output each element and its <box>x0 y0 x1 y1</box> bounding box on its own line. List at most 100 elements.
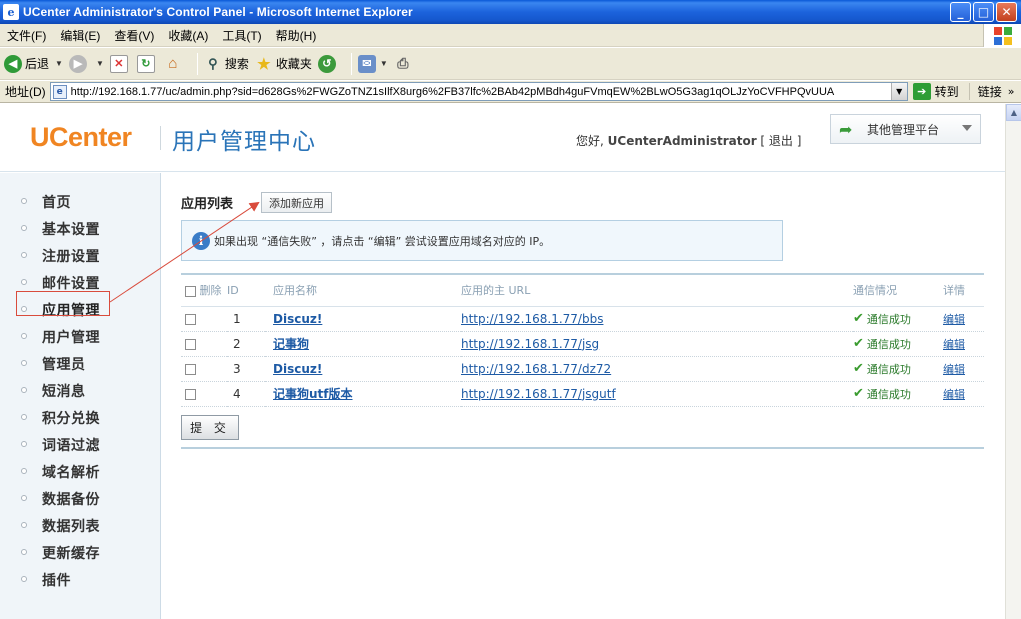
bullet-icon <box>21 225 27 231</box>
back-button[interactable]: ◀ 后退 ▼ <box>4 54 63 73</box>
sidebar-item-basic-settings[interactable]: 基本设置 <box>0 216 161 240</box>
platform-switcher[interactable]: ➦ 其他管理平台 <box>830 114 981 144</box>
forward-dropdown-icon[interactable]: ▼ <box>96 59 104 68</box>
sidebar-item-label: 积分兑换 <box>42 411 100 427</box>
edit-link[interactable]: 编辑 <box>943 388 965 401</box>
sidebar-item-home[interactable]: 首页 <box>0 189 161 213</box>
sidebar-item-plugins[interactable]: 插件 <box>0 567 161 591</box>
status-badge: ✔ 通信成功 <box>853 386 911 402</box>
scroll-up-icon[interactable]: ▲ <box>1006 104 1021 121</box>
row-checkbox-cell <box>181 331 227 357</box>
print-button[interactable]: ⎙ <box>394 55 415 73</box>
annotation-highlight-box <box>16 291 110 316</box>
header-url: 应用的主 URL <box>461 274 853 307</box>
sidebar-item-label: 数据备份 <box>42 492 100 508</box>
header-name: 应用名称 <box>265 274 461 307</box>
info-icon: i <box>192 231 210 250</box>
toolbar-separator <box>350 52 352 75</box>
bullet-icon <box>21 387 27 393</box>
row-checkbox[interactable] <box>185 313 196 325</box>
row-detail-cell: 编辑 <box>943 331 984 357</box>
maximize-button[interactable]: □ <box>973 2 994 22</box>
status-text: 通信成功 <box>866 312 911 326</box>
menu-file[interactable]: 文件(F) <box>0 27 53 44</box>
menu-edit[interactable]: 编辑(E) <box>53 27 107 44</box>
app-name-link[interactable]: 记事狗utf版本 <box>273 387 353 401</box>
row-name-cell: Discuz! <box>265 356 461 382</box>
web-page: UCenter 用户管理中心 您好, UCenterAdministrator … <box>0 104 1005 619</box>
row-name-cell: 记事狗 <box>265 331 461 357</box>
minimize-button[interactable]: _ <box>950 2 971 22</box>
chevron-right-icon[interactable]: » <box>1008 85 1015 98</box>
sidebar-item-label: 更新缓存 <box>42 546 100 562</box>
bullet-icon <box>21 468 27 474</box>
page-header: UCenter 用户管理中心 您好, UCenterAdministrator … <box>0 104 1005 172</box>
go-button[interactable]: ➔ 转到 <box>912 83 959 100</box>
app-url-link[interactable]: http://192.168.1.77/jsgutf <box>461 387 616 401</box>
content-bottom-divider <box>181 447 984 449</box>
row-checkbox[interactable] <box>185 363 196 375</box>
edit-link[interactable]: 编辑 <box>943 338 965 351</box>
edit-link[interactable]: 编辑 <box>943 313 965 326</box>
sidebar-item-data-list[interactable]: 数据列表 <box>0 513 161 537</box>
history-button[interactable]: ↺ <box>317 54 339 73</box>
brand-logo: UCenter <box>30 122 132 152</box>
stop-button[interactable]: ✕ <box>109 54 131 73</box>
menu-view[interactable]: 查看(V) <box>107 27 161 44</box>
print-icon: ⎙ <box>397 55 409 71</box>
sidebar-item-label: 基本设置 <box>42 222 100 238</box>
sidebar-item-admins[interactable]: 管理员 <box>0 351 161 375</box>
menu-favorites[interactable]: 收藏(A) <box>161 27 215 44</box>
app-name-link[interactable]: Discuz! <box>273 362 322 376</box>
sidebar-item-credit-exchange[interactable]: 积分兑换 <box>0 405 161 429</box>
add-app-button[interactable]: 添加新应用 <box>261 192 332 213</box>
favorites-button[interactable]: ★ 收藏夹 <box>255 55 312 73</box>
bullet-icon <box>21 279 27 285</box>
sidebar-item-update-cache[interactable]: 更新缓存 <box>0 540 161 564</box>
sidebar-item-register-settings[interactable]: 注册设置 <box>0 243 161 267</box>
app-url-link[interactable]: http://192.168.1.77/dz72 <box>461 362 611 376</box>
sidebar-item-domain-resolve[interactable]: 域名解析 <box>0 459 161 483</box>
sidebar-item-label: 邮件设置 <box>42 276 100 292</box>
row-status-cell: ✔ 通信成功 <box>853 306 943 332</box>
menu-tools[interactable]: 工具(T) <box>215 27 268 44</box>
close-button[interactable]: ✕ <box>996 2 1017 22</box>
back-dropdown-icon[interactable]: ▼ <box>55 59 63 68</box>
share-arrow-icon: ➦ <box>839 119 853 139</box>
window-controls: _ □ ✕ <box>950 2 1017 22</box>
links-button[interactable]: 链接 <box>968 83 1002 100</box>
user-greeting: 您好, UCenterAdministrator [ 退出 ] <box>576 132 801 149</box>
submit-button[interactable]: 提 交 <box>181 415 239 440</box>
sidebar-item-messages[interactable]: 短消息 <box>0 378 161 402</box>
app-url-link[interactable]: http://192.168.1.77/jsg <box>461 337 599 351</box>
select-all-checkbox[interactable] <box>185 285 196 297</box>
table-row: 2 记事狗 http://192.168.1.77/jsg ✔ 通信成功 编辑 <box>181 331 984 357</box>
bullet-icon <box>21 522 27 528</box>
address-url[interactable]: http://192.168.1.77/uc/admin.php?sid=d62… <box>71 86 891 98</box>
row-checkbox[interactable] <box>185 338 196 350</box>
sidebar-item-word-filter[interactable]: 词语过滤 <box>0 432 161 456</box>
app-name-link[interactable]: 记事狗 <box>273 337 309 351</box>
chevron-down-icon <box>962 125 972 131</box>
mail-button[interactable]: ✉ ▼ <box>357 54 388 73</box>
address-dropdown-icon[interactable]: ▼ <box>890 83 907 100</box>
refresh-button[interactable]: ↻ <box>136 54 158 73</box>
search-button[interactable]: ⚲ 搜索 <box>204 55 249 73</box>
address-input[interactable]: e http://192.168.1.77/uc/admin.php?sid=d… <box>49 82 908 101</box>
logout-link[interactable]: 退出 <box>769 134 793 148</box>
edit-link[interactable]: 编辑 <box>943 363 965 376</box>
mail-dropdown-icon[interactable]: ▼ <box>380 59 388 68</box>
sidebar-item-data-backup[interactable]: 数据备份 <box>0 486 161 510</box>
app-name-link[interactable]: Discuz! <box>273 312 322 326</box>
row-checkbox[interactable] <box>185 388 196 400</box>
vertical-scrollbar[interactable]: ▲ <box>1005 104 1021 619</box>
stop-icon: ✕ <box>109 54 128 73</box>
forward-button[interactable]: ▶ ▼ <box>68 54 104 73</box>
app-url-link[interactable]: http://192.168.1.77/bbs <box>461 312 603 326</box>
home-button[interactable]: ⌂ <box>164 55 185 73</box>
menu-help[interactable]: 帮助(H) <box>269 27 324 44</box>
row-detail-cell: 编辑 <box>943 381 984 407</box>
check-icon: ✔ <box>853 386 864 401</box>
sidebar-item-user-management[interactable]: 用户管理 <box>0 324 161 348</box>
address-bar: 地址(D) e http://192.168.1.77/uc/admin.php… <box>0 81 1021 103</box>
